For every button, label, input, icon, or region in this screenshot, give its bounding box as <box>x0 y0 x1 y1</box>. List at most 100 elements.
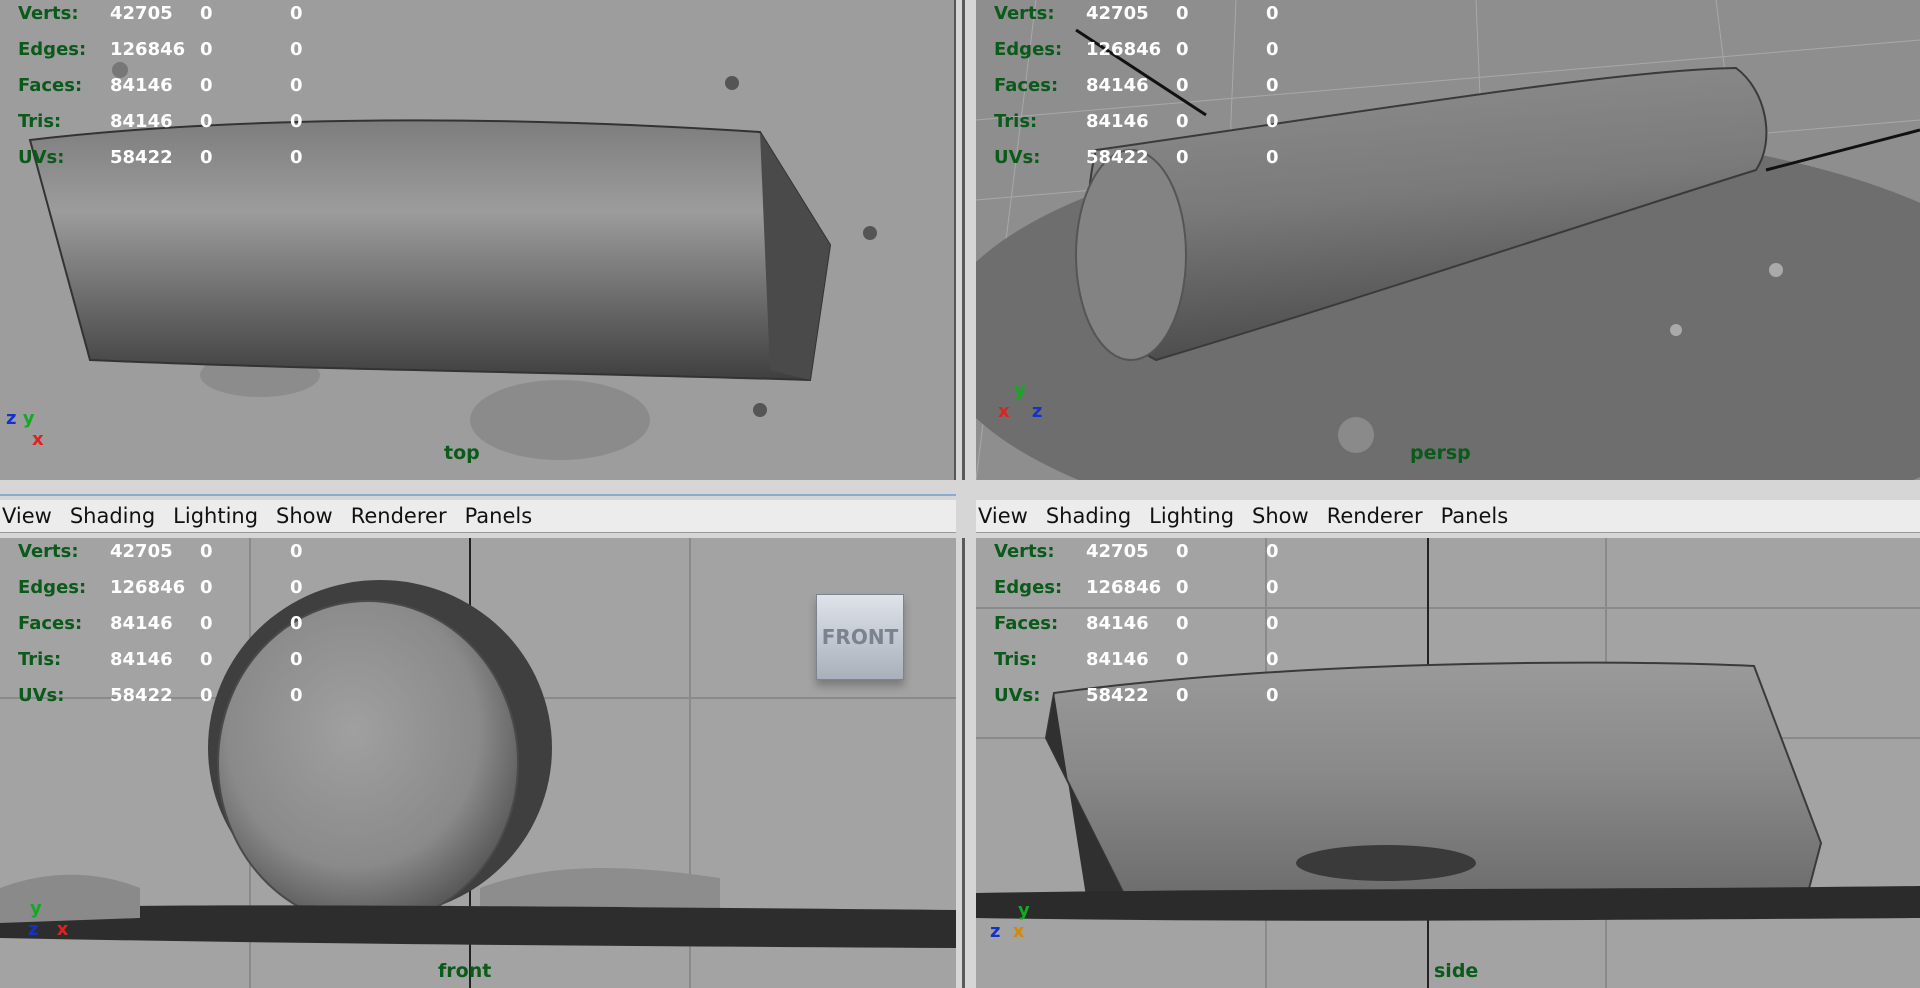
hud-value: 0 <box>1176 685 1189 706</box>
hud-value: 0 <box>290 3 303 24</box>
hud-value: 0 <box>200 3 213 24</box>
panel-menubar-side: View Shading Lighting Show Renderer Panels <box>976 500 1920 533</box>
hud-label: UVs: <box>994 147 1041 168</box>
axis-x-label: x <box>32 429 44 450</box>
hud-label: Faces: <box>18 75 83 96</box>
hud-value: 0 <box>1176 613 1189 634</box>
hud-value: 0 <box>1176 3 1189 24</box>
hud-value: 0 <box>200 685 213 706</box>
hud-value: 0 <box>1176 39 1189 60</box>
axis-gizmo: y x z <box>984 380 1042 422</box>
axis-gizmo: z y x <box>6 408 44 450</box>
hud-value: 0 <box>1176 577 1189 598</box>
hud-label: Tris: <box>18 649 62 670</box>
hud-value: 0 <box>290 541 303 562</box>
hud-value: 0 <box>1266 685 1279 706</box>
axis-x-label: x <box>998 401 1010 422</box>
menu-lighting[interactable]: Lighting <box>1140 504 1243 528</box>
hud-value: 58422 <box>110 685 173 706</box>
hud-label: Edges: <box>994 39 1063 60</box>
axis-z-label: z <box>6 408 17 429</box>
menu-show[interactable]: Show <box>267 504 342 528</box>
hud-value: 0 <box>200 147 213 168</box>
hud-value: 126846 <box>1086 577 1162 598</box>
hud-value: 42705 <box>110 541 173 562</box>
menu-view[interactable]: View <box>0 504 61 528</box>
front-view-scene <box>0 538 956 988</box>
hud-value: 0 <box>200 649 213 670</box>
hud-value: 42705 <box>1086 3 1149 24</box>
hud-label: Verts: <box>18 541 79 562</box>
hud-value: 84146 <box>1086 649 1149 670</box>
hud-value: 126846 <box>1086 39 1162 60</box>
hud-label: Tris: <box>994 111 1038 132</box>
viewport-splitter-horizontal[interactable]: View Shading Lighting Show Renderer Panels Vi… <box>0 480 1920 538</box>
menu-shading[interactable]: Shading <box>61 504 164 528</box>
side-view-scene <box>976 538 1920 988</box>
hud-value: 126846 <box>110 577 186 598</box>
menu-shading[interactable]: Shading <box>1037 504 1140 528</box>
hud-value: 0 <box>1176 147 1189 168</box>
hud-value: 0 <box>200 75 213 96</box>
hud-value: 0 <box>1266 111 1279 132</box>
hud-value: 126846 <box>110 39 186 60</box>
hud-value: 84146 <box>1086 613 1149 634</box>
menu-renderer[interactable]: Renderer <box>1318 504 1432 528</box>
hud-value: 0 <box>1266 147 1279 168</box>
menu-show[interactable]: Show <box>1243 504 1318 528</box>
hud-label: UVs: <box>18 685 65 706</box>
hud-label: Edges: <box>994 577 1063 598</box>
hud-value: 0 <box>1266 577 1279 598</box>
menu-panels[interactable]: Panels <box>1432 504 1518 528</box>
view-cube-front[interactable]: FRONT <box>816 594 904 680</box>
hud-value: 84146 <box>110 649 173 670</box>
hud-value: 84146 <box>110 613 173 634</box>
hud-label: Faces: <box>18 613 83 634</box>
hud-label: Tris: <box>18 111 62 132</box>
hud-value: 0 <box>1176 649 1189 670</box>
hud-value: 0 <box>1266 649 1279 670</box>
hud-label: Faces: <box>994 613 1059 634</box>
hud-value: 0 <box>290 39 303 60</box>
hud-value: 0 <box>290 613 303 634</box>
viewport-side[interactable]: Verts: 42705 0 0 Edges: 126846 0 0 Faces: 84146 0 0… <box>976 538 1920 988</box>
viewport-persp[interactable]: Verts: 42705 0 0 Edges: 126846 0 0 Faces: 84146 0 0… <box>976 0 1920 480</box>
menu-lighting[interactable]: Lighting <box>164 504 267 528</box>
hud-value: 0 <box>290 111 303 132</box>
hud-value: 0 <box>290 577 303 598</box>
hud-value: 0 <box>1176 111 1189 132</box>
hud-value: 84146 <box>110 75 173 96</box>
menu-renderer[interactable]: Renderer <box>342 504 456 528</box>
viewport-top[interactable]: Verts: 42705 0 0 Edges: 126846 0 0 Faces: 84146 0 0… <box>0 0 956 480</box>
top-view-scene <box>0 0 956 480</box>
hud-value: 0 <box>200 541 213 562</box>
axis-x-label: x <box>1012 921 1025 942</box>
hud-value: 0 <box>200 39 213 60</box>
axis-z-label: z <box>990 921 1001 942</box>
hud-label: Edges: <box>18 577 87 598</box>
axis-z-label: z <box>1031 401 1043 422</box>
hud-value: 0 <box>1176 75 1189 96</box>
hud-value: 42705 <box>1086 541 1149 562</box>
axis-z-label: z <box>28 919 39 940</box>
hud-value: 58422 <box>1086 685 1149 706</box>
menu-panels[interactable]: Panels <box>456 504 542 528</box>
hud-value: 0 <box>290 685 303 706</box>
camera-label-side: side <box>1434 960 1479 982</box>
hud-label: UVs: <box>994 685 1041 706</box>
menu-view[interactable]: View <box>976 504 1037 528</box>
persp-view-scene <box>976 0 1920 480</box>
hud-value: 0 <box>200 577 213 598</box>
hud-label: Verts: <box>994 541 1055 562</box>
hud-value: 0 <box>1266 3 1279 24</box>
hud-label: Verts: <box>18 3 79 24</box>
hud-value: 58422 <box>110 147 173 168</box>
hud-value: 84146 <box>1086 75 1149 96</box>
hud-value: 0 <box>1176 541 1189 562</box>
hud-label: Verts: <box>994 3 1055 24</box>
hud-label: Tris: <box>994 649 1038 670</box>
axis-y-label: y <box>1018 900 1030 921</box>
axis-y-label: y <box>30 898 42 919</box>
panel-menubar-front: View Shading Lighting Show Renderer Panels <box>0 500 956 533</box>
viewport-front[interactable]: Verts: 42705 0 0 Edges: 126846 0 0 Faces: 84146 0 0… <box>0 538 956 988</box>
